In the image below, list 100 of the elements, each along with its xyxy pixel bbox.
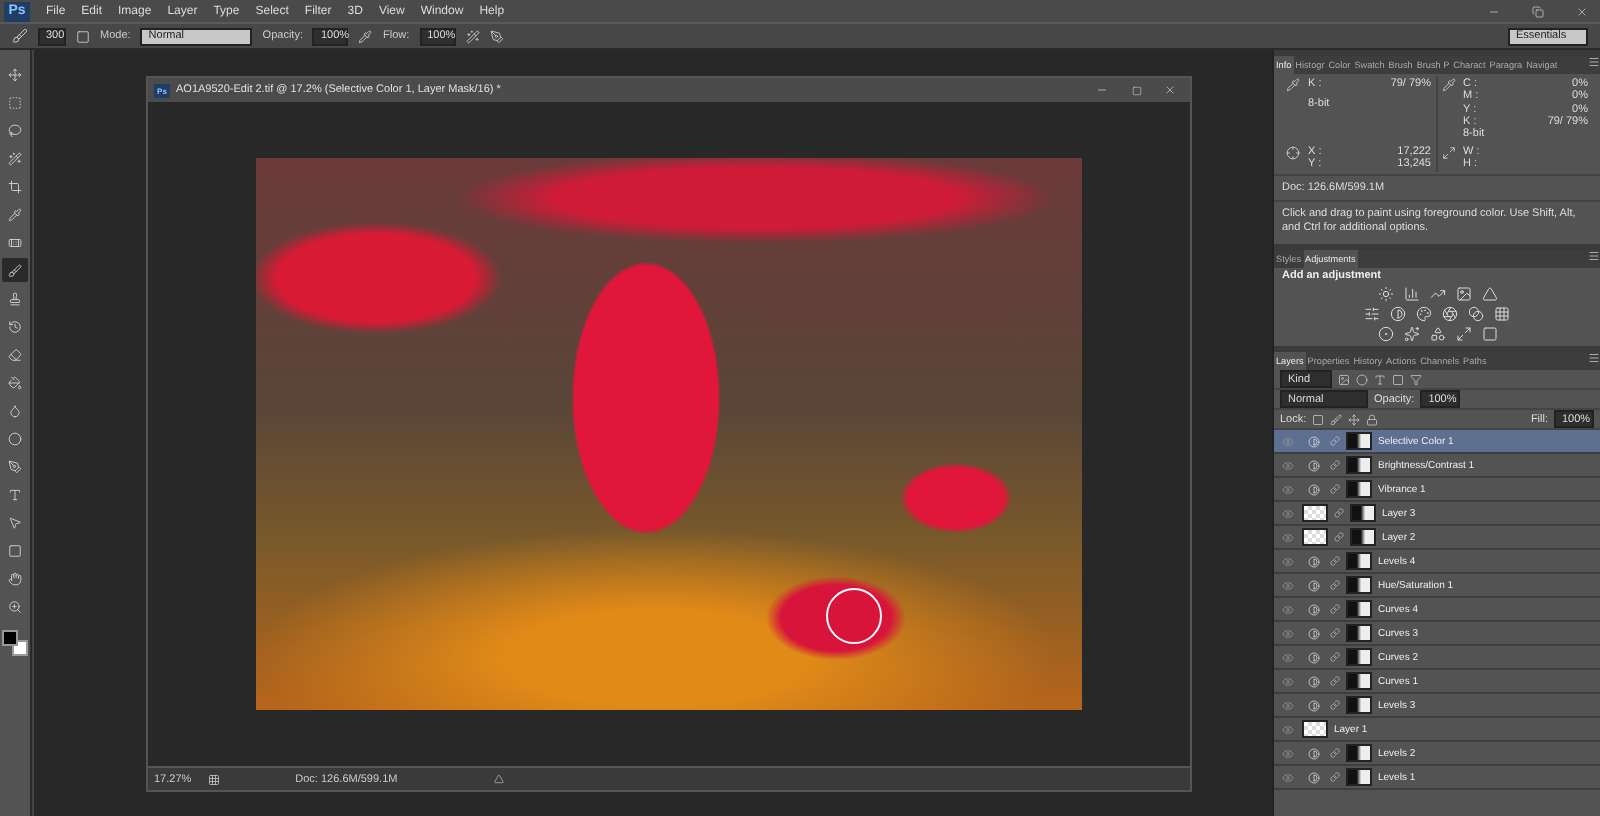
mask-thumbnail (1346, 696, 1372, 715)
eye-icon (1281, 603, 1293, 616)
status-icon (207, 773, 220, 785)
eye-icon (1281, 723, 1293, 736)
eye-icon (1281, 435, 1293, 448)
link-icon (1330, 556, 1340, 567)
brush-icon (8, 263, 22, 277)
lock-paint-icon (1330, 413, 1343, 426)
panel-menu-icon (1588, 352, 1600, 365)
eye-icon (1281, 459, 1293, 472)
adjustment-icon (1307, 699, 1319, 712)
eye-icon (1281, 579, 1293, 592)
type-icon (8, 487, 22, 501)
lasso-icon (8, 123, 22, 137)
shapes-icon (1429, 326, 1445, 343)
sliders-icon (1364, 306, 1380, 323)
triangle-icon (493, 774, 504, 784)
size-icon (1441, 145, 1455, 160)
eye-icon (1281, 483, 1293, 496)
mask-thumbnail (1346, 432, 1372, 451)
brush-icon (12, 28, 28, 44)
droplet-icon (8, 403, 22, 417)
move-icon (8, 67, 22, 81)
link-icon (1330, 460, 1340, 471)
link-icon (1330, 628, 1340, 639)
lock-icon (1366, 413, 1379, 426)
bar-chart-icon (1403, 286, 1419, 303)
mask-thumbnail (1346, 648, 1372, 667)
square-icon (1481, 326, 1497, 343)
link-icon (1334, 532, 1344, 543)
history-icon (8, 319, 22, 333)
link-icon (1330, 700, 1340, 711)
mask-thumbnail (1346, 600, 1372, 619)
adjustment-icon (1307, 483, 1319, 496)
type-filter-icon (1374, 373, 1386, 386)
eye-icon (1281, 771, 1293, 784)
mask-thumbnail (1346, 456, 1372, 475)
brush-cursor-icon (826, 588, 882, 644)
aperture-icon (1442, 306, 1458, 323)
circle-icon (8, 431, 22, 445)
layer-thumbnail (1302, 720, 1328, 739)
mask-thumbnail (1346, 552, 1372, 571)
stamp-icon (8, 291, 22, 305)
zoom-icon (8, 599, 22, 613)
eye-icon (1281, 675, 1293, 688)
mask-thumbnail (1346, 480, 1372, 499)
color-swatches[interactable] (2, 630, 28, 656)
circle-dot-icon (1377, 326, 1393, 343)
maximize-icon (1131, 85, 1141, 95)
mask-thumbnail (1346, 576, 1372, 595)
close-icon (1576, 5, 1588, 17)
link-icon (1330, 772, 1340, 783)
shape-filter-icon (1392, 373, 1404, 386)
triangle-icon (1481, 286, 1497, 303)
sun-icon (1377, 286, 1393, 303)
curve-icon (1429, 286, 1445, 303)
link-icon (1330, 436, 1340, 447)
restore-icon (1532, 5, 1544, 17)
close-icon (1164, 84, 1176, 96)
adjustment-icon (1307, 435, 1319, 448)
link-icon (1330, 748, 1340, 759)
eye-icon (1281, 699, 1293, 712)
adjustment-icon (1307, 627, 1319, 640)
layer-thumbnail (1302, 528, 1328, 547)
adjustment-icon (1307, 579, 1319, 592)
eye-icon (1281, 507, 1293, 520)
eye-icon (1281, 651, 1293, 664)
minimize-icon (1096, 84, 1108, 96)
minimize-icon (1488, 5, 1500, 17)
pointer-icon (8, 515, 22, 529)
adjustment-icon (1307, 603, 1319, 616)
eye-icon (1281, 531, 1293, 544)
adjustment-icon (1307, 747, 1319, 760)
mask-thumbnail (1346, 768, 1372, 787)
expand-icon (1455, 326, 1471, 343)
adjustment-icon (1307, 771, 1319, 784)
lock-pixels-icon (1312, 413, 1325, 426)
eye-icon (1281, 747, 1293, 760)
palette-icon (1416, 306, 1432, 323)
eyedropper-icon (1441, 78, 1455, 92)
adjustment-icon (1307, 675, 1319, 688)
mask-thumbnail (1346, 672, 1372, 691)
eyedropper-icon (8, 207, 22, 221)
contrast-icon (1390, 306, 1406, 323)
grid-icon (1494, 306, 1510, 323)
mask-thumbnail (1350, 528, 1376, 547)
tool-button[interactable] (2, 258, 28, 282)
mask-thumbnail (1346, 624, 1372, 643)
paint-bucket-icon (8, 375, 22, 389)
layer-thumbnail (1302, 504, 1328, 523)
panel-menu-icon (1588, 56, 1600, 68)
adjustment-icon (1307, 555, 1319, 568)
mask-thumbnail (1350, 504, 1376, 523)
circle-filter-icon (1356, 373, 1368, 386)
bandage-icon (8, 235, 22, 249)
picture-icon (1455, 286, 1471, 303)
link-icon (1330, 580, 1340, 591)
adjustment-icon (1307, 459, 1319, 472)
hand-icon (8, 571, 22, 585)
mask-thumbnail (1346, 744, 1372, 763)
